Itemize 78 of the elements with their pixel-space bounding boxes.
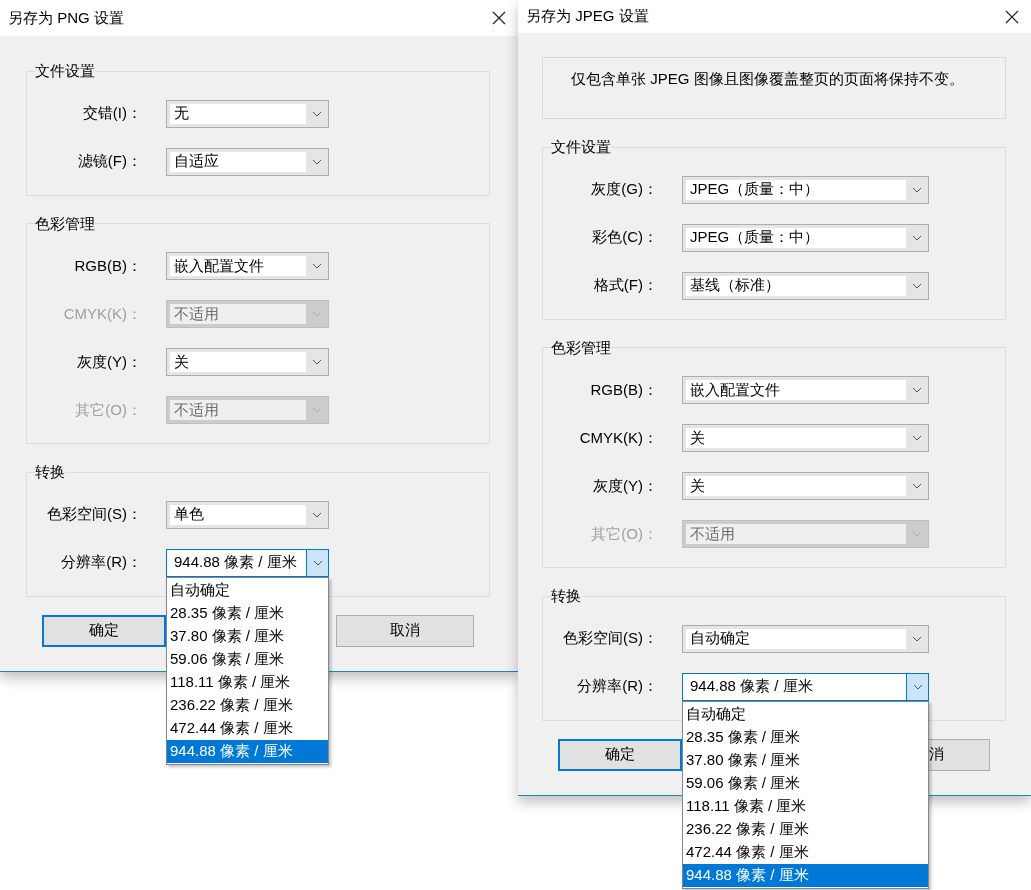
ok-button[interactable]: 确定 bbox=[558, 738, 682, 771]
chevron-down-icon bbox=[312, 511, 322, 518]
dropdown-option[interactable]: 自动确定 bbox=[683, 702, 928, 726]
field-label: RGB(B)： bbox=[589, 379, 658, 400]
ok-button[interactable]: 确定 bbox=[42, 614, 166, 647]
field-label: 其它(O)： bbox=[74, 399, 142, 420]
dropdown-field[interactable]: 944.88 像素 / 厘米 bbox=[166, 548, 329, 577]
chevron-down-icon bbox=[312, 311, 322, 317]
dropdown-field[interactable]: 单色 bbox=[166, 500, 329, 529]
dropdown-field[interactable]: JPEG（质量：中） bbox=[682, 175, 929, 204]
dropdown-option[interactable]: 472.44 像素 / 厘米 bbox=[167, 716, 328, 740]
dropdown-option[interactable]: 944.88 像素 / 厘米 bbox=[167, 739, 328, 763]
field-label: CMYK(K)： bbox=[578, 427, 658, 448]
dropdown-option[interactable]: 59.06 像素 / 厘米 bbox=[167, 647, 328, 671]
dropdown-option[interactable]: 37.80 像素 / 厘米 bbox=[167, 624, 328, 648]
close-icon[interactable] bbox=[492, 11, 506, 25]
chevron-down-icon bbox=[912, 387, 922, 393]
dropdown-field[interactable]: 关 bbox=[166, 348, 329, 376]
chevron-down-icon bbox=[312, 359, 322, 365]
field-label: 彩色(C)： bbox=[591, 227, 658, 248]
field-label: 分辨率(R)： bbox=[576, 676, 658, 697]
dropdown-field[interactable]: 无 bbox=[166, 99, 329, 128]
group-title: 色彩管理 bbox=[551, 337, 611, 358]
dropdown-option[interactable]: 944.88 像素 / 厘米 bbox=[683, 863, 928, 887]
field-label: 滤镜(F)： bbox=[76, 151, 142, 172]
chevron-down-icon bbox=[912, 435, 922, 441]
dropdown-option[interactable]: 236.22 像素 / 厘米 bbox=[167, 693, 328, 717]
dropdown-option[interactable]: 118.11 像素 / 厘米 bbox=[683, 794, 928, 818]
group-title: 转换 bbox=[551, 586, 581, 606]
field-label: 分辨率(R)： bbox=[60, 552, 142, 573]
group-title: 文件设置 bbox=[35, 61, 95, 81]
chevron-down-icon bbox=[912, 531, 922, 537]
chevron-down-icon bbox=[312, 158, 322, 165]
cancel-button[interactable]: 取消 bbox=[336, 614, 474, 647]
chevron-down-icon bbox=[312, 110, 322, 117]
dropdown-field[interactable]: JPEG（质量：中） bbox=[682, 223, 929, 252]
dropdown-field[interactable]: 944.88 像素 / 厘米 bbox=[682, 672, 929, 701]
dropdown-option[interactable]: 自动确定 bbox=[167, 578, 328, 602]
dropdown-field[interactable]: 关 bbox=[682, 472, 929, 500]
field-label: RGB(B)： bbox=[73, 255, 142, 276]
field-label: CMYK(K)： bbox=[62, 303, 142, 324]
field-label: 其它(O)： bbox=[590, 523, 658, 544]
dropdown-option[interactable]: 37.80 像素 / 厘米 bbox=[683, 748, 928, 772]
dropdown-option[interactable]: 472.44 像素 / 厘米 bbox=[683, 840, 928, 864]
field-label: 格式(F)： bbox=[592, 275, 658, 296]
field-label: 灰度(Y)： bbox=[592, 475, 658, 496]
dropdown-option[interactable]: 236.22 像素 / 厘米 bbox=[683, 817, 928, 841]
dropdown-option[interactable]: 118.11 像素 / 厘米 bbox=[167, 670, 328, 694]
chevron-down-icon bbox=[912, 234, 922, 241]
group-title: 转换 bbox=[35, 462, 65, 482]
dropdown-option[interactable]: 59.06 像素 / 厘米 bbox=[683, 771, 928, 795]
close-icon[interactable] bbox=[1005, 9, 1019, 24]
chevron-down-icon bbox=[312, 559, 323, 566]
field-label: 交错(I)： bbox=[81, 103, 142, 124]
chevron-down-icon bbox=[912, 282, 922, 289]
chevron-down-icon bbox=[912, 483, 922, 489]
window-title: 另存为 JPEG 设置 bbox=[526, 6, 649, 27]
dropdown-field[interactable]: 嵌入配置文件 bbox=[682, 376, 929, 404]
dropdown-field[interactable]: 自适应 bbox=[166, 147, 329, 176]
chevron-down-icon bbox=[912, 683, 923, 690]
field-label: 灰度(G)： bbox=[590, 179, 658, 200]
field-label: 色彩空间(S)： bbox=[46, 504, 142, 525]
field-label: 灰度(Y)： bbox=[76, 351, 142, 372]
window-title: 另存为 PNG 设置 bbox=[8, 7, 124, 28]
group-title: 色彩管理 bbox=[35, 213, 95, 234]
chevron-down-icon bbox=[312, 407, 322, 413]
dropdown-field[interactable]: 自动确定 bbox=[682, 624, 929, 653]
chevron-down-icon bbox=[912, 635, 922, 642]
chevron-down-icon bbox=[912, 186, 922, 193]
chevron-down-icon bbox=[312, 263, 322, 269]
info-text: 仅包含单张 JPEG 图像且图像覆盖整页的页面将保持不变。 bbox=[571, 70, 964, 87]
dropdown-field[interactable]: 关 bbox=[682, 424, 929, 452]
dropdown-field[interactable]: 基线（标准） bbox=[682, 271, 929, 300]
dropdown-option[interactable]: 28.35 像素 / 厘米 bbox=[683, 725, 928, 749]
dropdown-field[interactable]: 嵌入配置文件 bbox=[166, 252, 329, 280]
group-title: 文件设置 bbox=[551, 137, 611, 157]
dropdown-option[interactable]: 28.35 像素 / 厘米 bbox=[167, 601, 328, 625]
field-label: 色彩空间(S)： bbox=[562, 628, 658, 649]
